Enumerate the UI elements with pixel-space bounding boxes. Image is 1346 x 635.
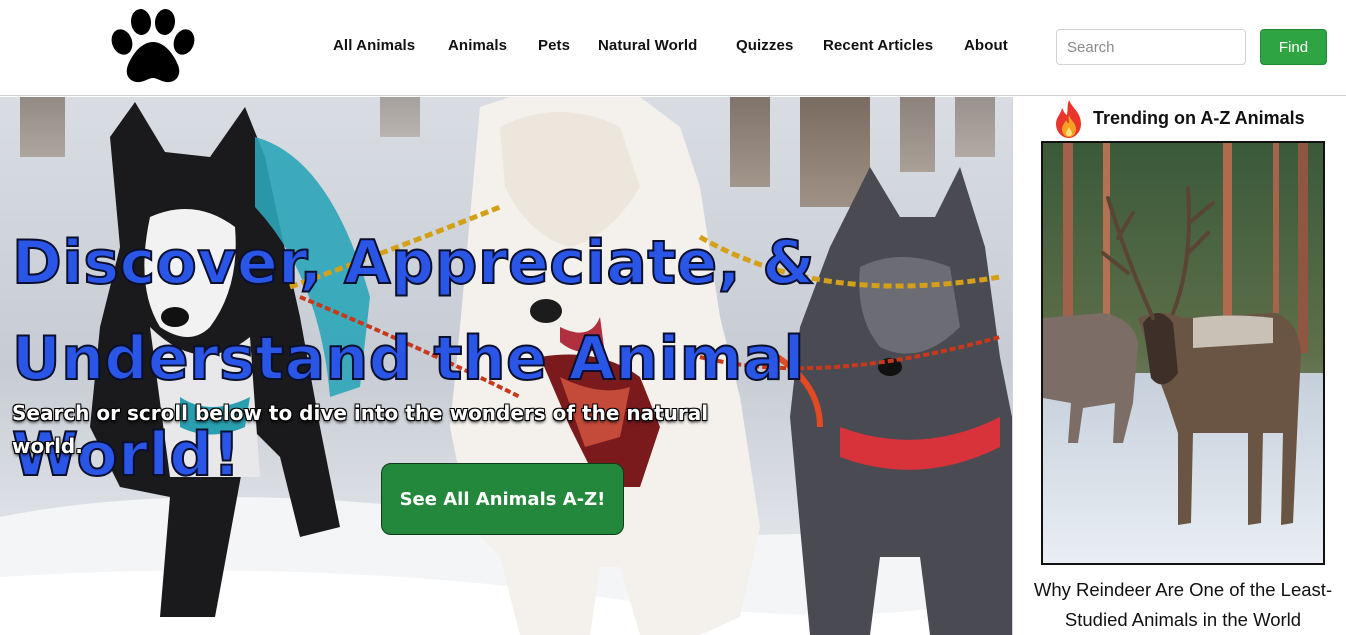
reindeer-article-image[interactable]	[1041, 141, 1325, 565]
reindeer-article-title[interactable]: Why Reindeer Are One of the Least-Studie…	[1023, 575, 1343, 635]
fire-icon	[1056, 100, 1081, 138]
search-input[interactable]	[1056, 29, 1246, 65]
nav-pets[interactable]: Pets	[538, 37, 570, 54]
nav-quizzes[interactable]: Quizzes	[736, 37, 793, 54]
site-header: All Animals Animals Pets Natural World Q…	[0, 0, 1346, 96]
nav-recent-articles[interactable]: Recent Articles	[823, 37, 933, 54]
hero-subtitle: Search or scroll below to dive into the …	[12, 401, 709, 458]
nav-animals[interactable]: Animals	[448, 37, 507, 54]
trending-header: Trending on A-Z Animals	[1053, 99, 1343, 139]
trending-sidebar: Trending on A-Z Animals Why Reindeer Are…	[1012, 97, 1346, 635]
see-all-animals-button[interactable]: See All Animals A-Z!	[381, 463, 624, 535]
trending-title: Trending on A-Z Animals	[1093, 108, 1305, 128]
paw-logo-icon[interactable]	[108, 8, 198, 86]
nav-about[interactable]: About	[964, 37, 1008, 54]
hero-section: Discover, Appreciate, & Understand the A…	[0, 97, 1012, 635]
find-button[interactable]: Find	[1260, 29, 1327, 65]
nav-natural-world[interactable]: Natural World	[598, 37, 697, 54]
nav-all-animals[interactable]: All Animals	[333, 37, 415, 54]
